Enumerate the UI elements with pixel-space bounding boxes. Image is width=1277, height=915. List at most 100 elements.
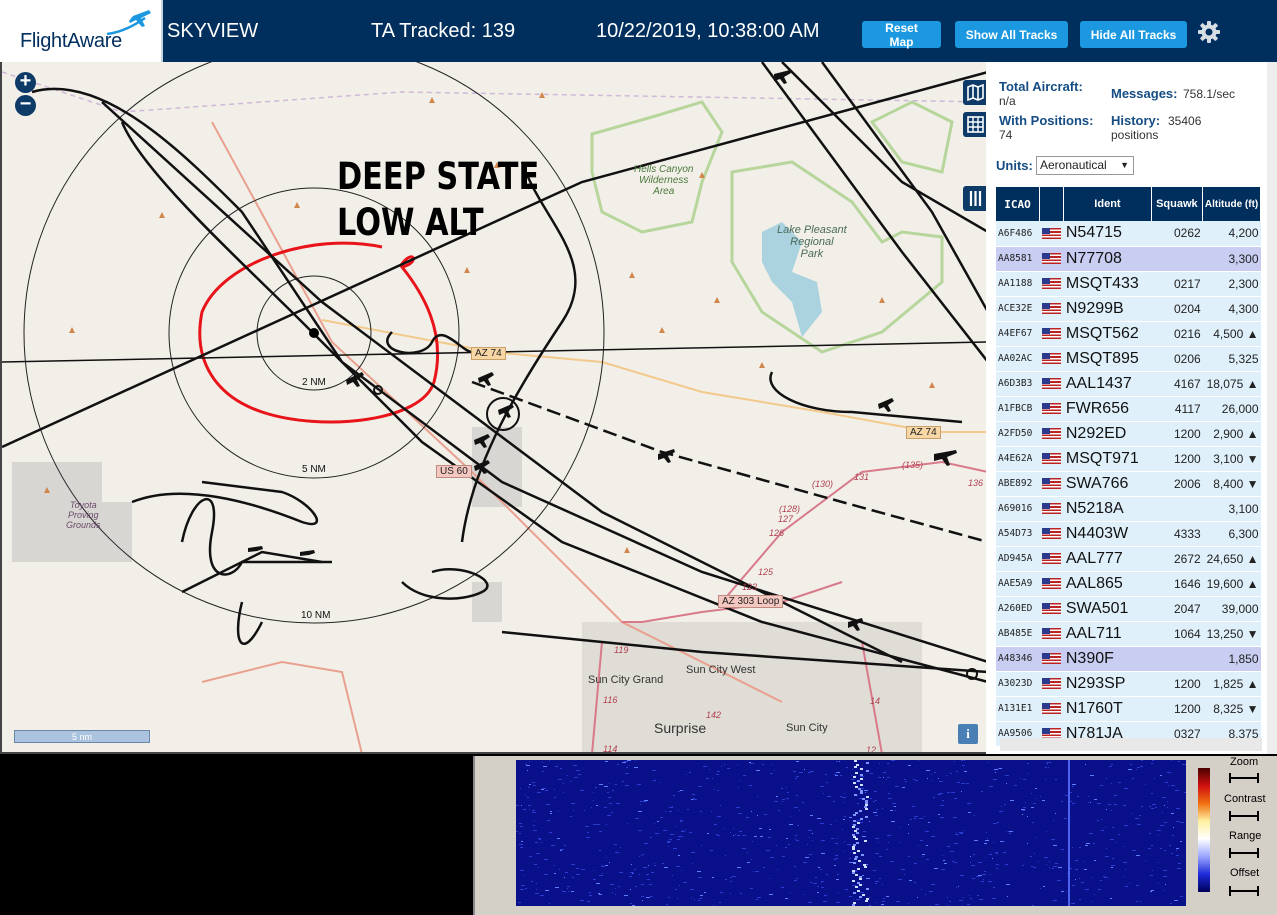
spectrogram-noise — [921, 889, 922, 890]
range-slider[interactable] — [1229, 848, 1259, 858]
spectrogram-noise — [730, 881, 732, 882]
spectrogram-noise — [770, 857, 774, 858]
spectrogram-signal — [860, 792, 863, 794]
spectrogram-noise — [612, 790, 614, 791]
spectrogram-noise — [742, 835, 746, 836]
table-row[interactable]: AA8581 N77708 3,300 — [996, 246, 1261, 272]
table-row[interactable]: AD945A AAL777 2672 24,650 ▲ — [996, 546, 1261, 572]
spectrogram-noise — [1052, 868, 1054, 869]
squawk-cell: 1200 — [1151, 696, 1203, 722]
col-flag[interactable] — [1039, 187, 1065, 221]
table-row[interactable]: ACE32E N9299B 0204 4,300 — [996, 296, 1261, 322]
spectrogram-noise — [1094, 799, 1097, 800]
spectrogram-noise — [857, 820, 861, 821]
spectrogram-signal — [860, 768, 863, 770]
table-row[interactable]: A6F486 N54715 0262 4,200 — [996, 221, 1261, 247]
table-row[interactable]: AA02AC MSQT895 0206 5,325 — [996, 346, 1261, 372]
spectrogram-noise — [677, 839, 680, 840]
reset-map-button[interactable]: Reset Map — [862, 21, 941, 49]
spectrogram-noise — [879, 878, 881, 879]
us-flag-icon — [1041, 402, 1061, 414]
spectrogram-noise — [629, 765, 630, 766]
contrast-slider[interactable] — [1229, 811, 1259, 821]
table-row[interactable]: A54D73 N4403W 4333 6,300 — [996, 521, 1261, 547]
zoom-out-button[interactable]: − — [15, 94, 36, 116]
map-view[interactable]: DEEP STATE LOW ALT 2 NM 5 NM 10 NM Hells… — [0, 62, 986, 754]
spectrogram-noise — [888, 798, 892, 799]
spectrogram-noise — [698, 877, 702, 878]
spectrogram-noise — [947, 897, 948, 898]
spectrogram-noise — [869, 821, 870, 822]
col-ident[interactable]: Ident — [1063, 187, 1152, 221]
spectrogram-noise — [1089, 833, 1093, 834]
col-squawk[interactable]: Squawk — [1151, 187, 1204, 221]
table-row[interactable]: AB485E AAL711 1064 13,250 ▼ — [996, 621, 1261, 647]
table-row[interactable]: AA1188 MSQT433 0217 2,300 — [996, 271, 1261, 297]
columns-toggle-button[interactable] — [963, 186, 986, 211]
table-row[interactable]: A6D3B3 AAL1437 4167 18,075 ▲ — [996, 371, 1261, 397]
spectrogram-noise — [925, 894, 926, 895]
spectrogram-noise — [1124, 846, 1125, 847]
col-icao[interactable]: ICAO — [996, 187, 1041, 221]
offset-slider[interactable] — [1229, 886, 1259, 896]
flightaware-logo[interactable]: FlightAware — [0, 0, 163, 62]
show-all-tracks-button[interactable]: Show All Tracks — [955, 21, 1068, 48]
table-row[interactable]: A4EF67 MSQT562 0216 4,500 ▲ — [996, 321, 1261, 347]
spectrogram-noise — [879, 856, 882, 857]
spectrogram-noise — [599, 850, 601, 851]
spectrogram-noise — [918, 845, 919, 846]
spectrogram-noise — [866, 878, 870, 879]
table-row[interactable]: A4E62A MSQT971 1200 3,100 ▼ — [996, 446, 1261, 472]
table-row[interactable]: A69016 N5218A 3,100 — [996, 496, 1261, 522]
zoom-in-button[interactable]: + — [15, 71, 36, 93]
hide-all-tracks-button[interactable]: Hide All Tracks — [1080, 21, 1187, 48]
spectrogram-noise — [559, 869, 560, 870]
col-altitude[interactable]: Altitude (ft) — [1202, 187, 1261, 221]
spectrogram-noise — [1137, 767, 1140, 768]
spectrogram-noise — [659, 782, 660, 783]
spectrogram-waterfall[interactable] — [516, 760, 1186, 906]
table-row[interactable]: A131E1 N1760T 1200 8,325 ▼ — [996, 696, 1261, 722]
panel-scrollbar[interactable] — [1267, 62, 1277, 754]
spectrogram-noise — [1061, 891, 1064, 892]
zoom-slider[interactable] — [1229, 773, 1259, 783]
spectrogram-noise — [629, 876, 632, 877]
spectrogram-noise — [698, 900, 700, 901]
spectrogram-noise — [596, 824, 600, 825]
table-row[interactable]: A2FD50 N292ED 1200 2,900 ▲ — [996, 421, 1261, 447]
spectrogram-noise — [1085, 764, 1086, 765]
info-button[interactable]: i — [958, 724, 978, 744]
spectrogram-noise — [837, 838, 838, 839]
spectrogram-noise — [1040, 796, 1041, 797]
spectrogram-noise — [574, 777, 578, 778]
settings-gear-icon[interactable] — [1197, 20, 1221, 44]
spectrogram-noise — [733, 828, 734, 829]
table-row[interactable]: A3023D N293SP 1200 1,825 ▲ — [996, 671, 1261, 697]
table-row[interactable]: AAE5A9 AAL865 1646 19,600 ▲ — [996, 571, 1261, 597]
spectrogram-noise — [1046, 763, 1048, 764]
spectrogram-noise — [639, 856, 640, 857]
map-layers-button[interactable] — [963, 80, 986, 105]
table-row[interactable]: ABE892 SWA766 2006 8,400 ▼ — [996, 471, 1261, 497]
spectrogram-noise — [611, 812, 613, 813]
table-row[interactable]: A260ED SWA501 2047 39,000 — [996, 596, 1261, 622]
spectrogram-noise — [781, 788, 783, 789]
table-row[interactable]: A48346 N390F 1,850 — [996, 646, 1261, 672]
spectrogram-noise — [918, 760, 919, 761]
spectrogram-noise — [518, 902, 521, 903]
us-flag-icon — [1041, 502, 1061, 514]
squawk-cell: 1646 — [1151, 571, 1203, 597]
ident-cell: AAL1437 — [1063, 371, 1152, 397]
spectrogram-noise — [573, 810, 574, 811]
spectrogram-signal — [856, 764, 859, 766]
units-select[interactable]: Aeronautical — [1036, 156, 1134, 175]
spectrogram-noise — [560, 849, 564, 850]
table-horizontal-scrollbar[interactable] — [1000, 738, 1262, 751]
table-row[interactable]: A1FBCB FWR656 4117 26,000 — [996, 396, 1261, 422]
spectrogram-noise — [782, 801, 783, 802]
grid-toggle-button[interactable] — [963, 112, 986, 137]
spectrogram-noise — [849, 858, 851, 859]
flag-cell — [1039, 271, 1064, 297]
spectrogram-noise — [686, 774, 687, 775]
squawk-cell: 4167 — [1151, 371, 1203, 397]
